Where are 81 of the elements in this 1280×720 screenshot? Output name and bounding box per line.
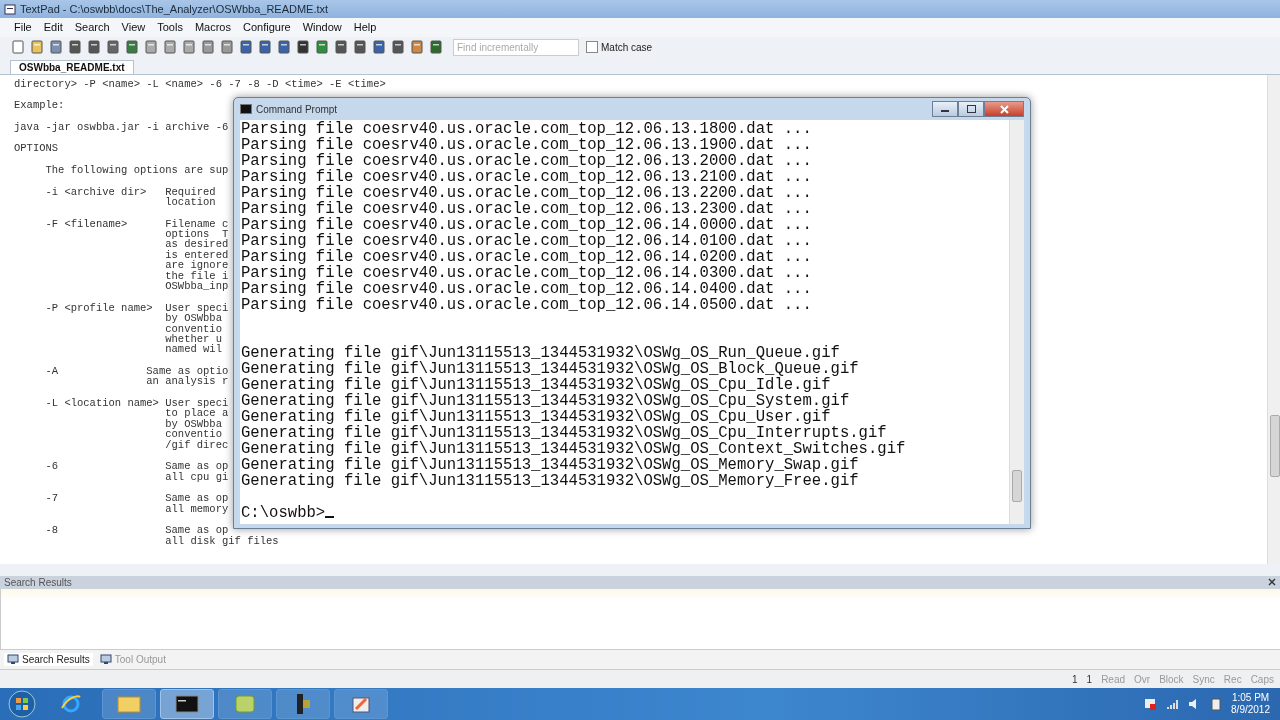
console-line: Parsing file coesrv40.us.oracle.com_top_12.06.14.0000.dat ... (241, 217, 812, 233)
editor-line: is entered (164, 249, 229, 261)
editor-line: the file i (164, 270, 229, 282)
editor-line: are ignore (164, 260, 229, 271)
console-line: Generating file gif\Jun13115513_1344531932\OSWg_OS_Cpu_Interrupts.gif (241, 425, 887, 441)
editor-line: all cpu gi (164, 471, 229, 482)
editor-line: whether u (164, 333, 222, 345)
editor-line: java -jar oswbba.jar -i archive -6 (14, 121, 229, 133)
editor-line: -F <filename> Filename c (44, 218, 229, 230)
status-item: Caps (1250, 673, 1274, 685)
clock[interactable]: 1:05 PM 8/9/2012 (1231, 692, 1270, 716)
editor-line: to place a (164, 408, 229, 419)
status-item: Read (1101, 673, 1126, 685)
editor-line: /gif direc (164, 439, 229, 450)
clock-date: 8/9/2012 (1231, 704, 1270, 716)
console-line: Generating file gif\Jun13115513_1344531932\OSWg_OS_Memory_Swap.gif (241, 457, 859, 473)
editor-line: -8 Same as op (44, 525, 229, 536)
editor-line: conventio (164, 429, 222, 440)
console-line: Parsing file coesrv40.us.oracle.com_top_12.06.14.0200.dat ... (241, 249, 812, 265)
console-line: Generating file gif\Jun13115513_1344531932\OSWg_OS_Context_Switches.gif (241, 441, 906, 457)
document-tab[interactable]: OSWbba_README.txt (10, 59, 134, 74)
console-line: Parsing file coesrv40.us.oracle.com_top_12.06.14.0300.dat ... (241, 265, 812, 281)
editor-line: by OSWbba (164, 418, 222, 430)
match-case-label: Match case (601, 41, 653, 53)
console-line: Parsing file coesrv40.us.oracle.com_top_12.06.13.1900.dat ... (241, 137, 812, 153)
console-line: Generating file gif\Jun13115513_1344531932\OSWg_OS_Cpu_User.gif (241, 409, 831, 425)
editor-line: The following options are sup (44, 165, 229, 176)
status-item: 1 (1086, 673, 1093, 685)
status-item: 1 (1072, 673, 1078, 685)
status-item: Rec (1223, 673, 1242, 685)
console-line: Parsing file coesrv40.us.oracle.com_top_12.06.13.2200.dat ... (241, 185, 812, 201)
window-title: TextPad - C:\oswbb\docs\The_Analyzer\OSWbba_README.txt (20, 2, 329, 15)
editor-line: location (164, 197, 216, 208)
editor-line: Example: (14, 100, 65, 111)
editor-line: -P <profile name> User speci (44, 302, 229, 314)
menu-item[interactable]: Edit (37, 21, 69, 34)
editor-line: -A Same as optio (44, 365, 229, 377)
panel-title: Search Results (4, 576, 72, 588)
find-field[interactable]: Find incrementally (453, 38, 579, 56)
editor-line: -6 Same as op (44, 461, 229, 472)
console-line: Parsing file coesrv40.us.oracle.com_top_12.06.13.2000.dat ... (241, 153, 812, 169)
editor-line: all memory (164, 503, 229, 514)
editor-line: -L <location name> User speci (44, 397, 229, 409)
console-line: Generating file gif\Jun13115513_1344531932\OSWg_OS_Cpu_System.gif (241, 393, 850, 409)
editor-line: -i <archive dir> Required (44, 186, 216, 198)
panel-tab[interactable]: Search Results (4, 653, 93, 667)
editor-line: options T (164, 229, 229, 240)
console-title: Command Prompt (256, 103, 338, 115)
status-item: Block (1159, 673, 1184, 685)
editor-line: OSWbba_inp (164, 281, 229, 292)
console-line: Parsing file coesrv40.us.oracle.com_top_12.06.13.2100.dat ... (241, 169, 812, 185)
console-line: Generating file gif\Jun13115513_1344531932\OSWg_OS_Block_Queue.gif (241, 361, 859, 377)
console-line: Parsing file coesrv40.us.oracle.com_top_12.06.13.1800.dat ... (241, 121, 812, 137)
editor-line: OPTIONS (14, 143, 59, 154)
editor-line: conventio (164, 323, 222, 334)
console-line: Generating file gif\Jun13115513_1344531932\OSWg_OS_Cpu_Idle.gif (241, 377, 831, 393)
console-line: Generating file gif\Jun13115513_1344531932\OSWg_OS_Memory_Free.gif (241, 473, 859, 489)
console-prompt: C:\oswbb> (241, 505, 326, 521)
console-line: Parsing file coesrv40.us.oracle.com_top_12.06.14.0500.dat ... (241, 297, 812, 313)
console-line: Parsing file coesrv40.us.oracle.com_top_12.06.14.0400.dat ... (241, 281, 812, 297)
editor-line: named wil (164, 344, 222, 355)
console-line: Generating file gif\Jun13115513_1344531932\OSWg_OS_Run_Queue.gif (241, 345, 840, 361)
clock-time: 1:05 PM (1231, 692, 1270, 704)
menu-item[interactable]: View (115, 21, 152, 34)
console-line: Parsing file coesrv40.us.oracle.com_top_12.06.13.2300.dat ... (241, 201, 812, 217)
editor-line: directory> -P <name> -L <name> -6 -7 -8 -D <time> -E <time> (14, 78, 386, 90)
console-line: Parsing file coesrv40.us.oracle.com_top_12.06.14.0100.dat ... (241, 233, 812, 249)
status-item: Ovr (1134, 673, 1151, 685)
status-item: Sync (1192, 673, 1215, 685)
menu-item[interactable]: Search (68, 21, 116, 34)
editor-line: by OSWbba (164, 313, 222, 324)
editor-line: an analysis r (145, 376, 229, 387)
editor-line: as desired (164, 239, 229, 250)
menu-item[interactable]: Tools (151, 21, 189, 34)
menu-item[interactable]: Help (347, 21, 383, 34)
menu-item[interactable]: File (8, 21, 38, 34)
menu-item[interactable]: Macros (188, 21, 237, 34)
menu-item[interactable]: Configure (236, 21, 297, 34)
editor-line: -7 Same as op (44, 493, 229, 504)
editor-line: all disk gif files (164, 535, 279, 546)
menu-item[interactable]: Window (296, 21, 348, 34)
